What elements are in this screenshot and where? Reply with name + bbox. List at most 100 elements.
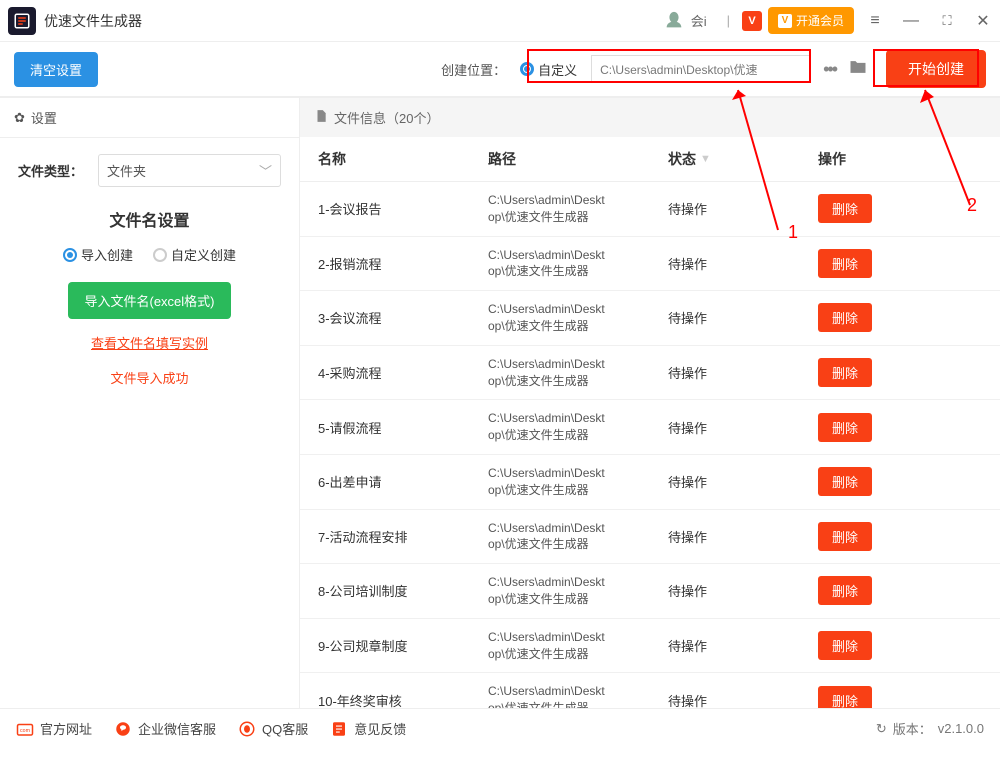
qq-support-link[interactable]: QQ客服 bbox=[238, 719, 308, 738]
file-type-label: 文件类型： bbox=[18, 161, 88, 180]
path-input[interactable] bbox=[591, 55, 811, 83]
cell-path: C:\Users\admin\Desktop\优速文件生成器 bbox=[488, 574, 668, 608]
table-row: 10-年终奖审核C:\Users\admin\Desktop\优速文件生成器待操… bbox=[300, 673, 1000, 708]
user-area[interactable]: 会i bbox=[663, 10, 707, 32]
table-row: 9-公司规章制度C:\Users\admin\Desktop\优速文件生成器待操… bbox=[300, 619, 1000, 674]
feedback-icon bbox=[330, 720, 348, 738]
cell-status: 待操作 bbox=[668, 254, 818, 273]
delete-button[interactable]: 删除 bbox=[818, 249, 872, 278]
cell-op: 删除 bbox=[818, 303, 982, 332]
cell-name: 7-活动流程安排 bbox=[318, 527, 488, 546]
example-link[interactable]: 查看文件名填写实例 bbox=[0, 333, 299, 352]
official-site-link[interactable]: com 官方网址 bbox=[16, 719, 92, 738]
vip-badge-icon: V bbox=[778, 14, 792, 28]
table-row: 1-会议报告C:\Users\admin\Desktop\优速文件生成器待操作删… bbox=[300, 182, 1000, 237]
custom-location-radio[interactable]: 自定义 bbox=[514, 56, 583, 83]
toolbar: 清空设置 创建位置： 自定义 ••• 开始创建 bbox=[0, 42, 1000, 98]
table-row: 7-活动流程安排C:\Users\admin\Desktop\优速文件生成器待操… bbox=[300, 510, 1000, 565]
delete-button[interactable]: 删除 bbox=[818, 303, 872, 332]
cell-status: 待操作 bbox=[668, 308, 818, 327]
table-body[interactable]: 1-会议报告C:\Users\admin\Desktop\优速文件生成器待操作删… bbox=[300, 182, 1000, 708]
more-dots-icon[interactable]: ••• bbox=[819, 59, 840, 80]
wechat-support-link[interactable]: 企业微信客服 bbox=[114, 719, 216, 738]
delete-button[interactable]: 删除 bbox=[818, 631, 872, 660]
create-location-group: 创建位置： 自定义 ••• bbox=[441, 55, 868, 83]
cell-path: C:\Users\admin\Desktop\优速文件生成器 bbox=[488, 410, 668, 444]
custom-location-label: 自定义 bbox=[538, 60, 577, 79]
main: ✿ 设置 文件类型： 文件夹 ﹀ 文件名设置 导入创建 自定义创建 导入文件名(… bbox=[0, 98, 1000, 708]
version-info: ↻ 版本： v2.1.0.0 bbox=[876, 719, 984, 738]
cell-name: 8-公司培训制度 bbox=[318, 581, 488, 600]
cell-status: 待操作 bbox=[668, 581, 818, 600]
user-avatar-icon bbox=[663, 10, 685, 32]
file-info-header: 文件信息（20个） bbox=[300, 98, 1000, 137]
cell-name: 3-会议流程 bbox=[318, 308, 488, 327]
table-row: 3-会议流程C:\Users\admin\Desktop\优速文件生成器待操作删… bbox=[300, 291, 1000, 346]
vip-button-label: 开通会员 bbox=[796, 12, 844, 29]
cell-path: C:\Users\admin\Desktop\优速文件生成器 bbox=[488, 301, 668, 335]
clear-settings-button[interactable]: 清空设置 bbox=[14, 52, 98, 87]
radio-on-icon bbox=[63, 248, 77, 262]
minimize-icon[interactable]: — bbox=[902, 12, 920, 30]
folder-browse-icon[interactable] bbox=[848, 57, 868, 82]
cell-op: 删除 bbox=[818, 467, 982, 496]
wechat-support-label: 企业微信客服 bbox=[138, 719, 216, 738]
delete-button[interactable]: 删除 bbox=[818, 467, 872, 496]
content-panel: 文件信息（20个） 名称 路径 状态 ▼ 操作 1-会议报告C:\Users\a… bbox=[300, 98, 1000, 708]
custom-create-radio[interactable]: 自定义创建 bbox=[153, 245, 236, 264]
menu-icon[interactable]: ≡ bbox=[866, 12, 884, 30]
cell-op: 删除 bbox=[818, 413, 982, 442]
file-table: 名称 路径 状态 ▼ 操作 1-会议报告C:\Users\admin\Deskt… bbox=[300, 137, 1000, 708]
table-row: 6-出差申请C:\Users\admin\Desktop\优速文件生成器待操作删… bbox=[300, 455, 1000, 510]
delete-button[interactable]: 删除 bbox=[818, 413, 872, 442]
divider: | bbox=[727, 13, 730, 28]
custom-create-label: 自定义创建 bbox=[171, 245, 236, 264]
col-op-header: 操作 bbox=[818, 149, 982, 169]
cell-op: 删除 bbox=[818, 576, 982, 605]
delete-button[interactable]: 删除 bbox=[818, 358, 872, 387]
app-icon bbox=[8, 7, 36, 35]
import-filename-button[interactable]: 导入文件名(excel格式) bbox=[68, 282, 230, 319]
qq-icon bbox=[238, 720, 256, 738]
app-title: 优速文件生成器 bbox=[44, 11, 142, 31]
cell-path: C:\Users\admin\Desktop\优速文件生成器 bbox=[488, 465, 668, 499]
import-create-radio[interactable]: 导入创建 bbox=[63, 245, 133, 264]
fullscreen-icon[interactable]: ⛶ bbox=[938, 13, 956, 29]
create-mode-radios: 导入创建 自定义创建 bbox=[0, 241, 299, 268]
filter-icon: ▼ bbox=[700, 153, 711, 165]
cell-status: 待操作 bbox=[668, 199, 818, 218]
cell-op: 删除 bbox=[818, 522, 982, 551]
start-create-button[interactable]: 开始创建 bbox=[886, 50, 986, 88]
table-header: 名称 路径 状态 ▼ 操作 bbox=[300, 137, 1000, 182]
delete-button[interactable]: 删除 bbox=[818, 194, 872, 223]
chevron-down-icon: ﹀ bbox=[259, 161, 272, 180]
close-icon[interactable]: ✕ bbox=[974, 11, 992, 31]
cell-status: 待操作 bbox=[668, 636, 818, 655]
radio-on-icon bbox=[520, 62, 534, 76]
settings-header-label: 设置 bbox=[31, 108, 57, 127]
import-create-label: 导入创建 bbox=[81, 245, 133, 264]
version-label: 版本： bbox=[893, 719, 932, 738]
version-value: v2.1.0.0 bbox=[938, 721, 984, 736]
cell-name: 2-报销流程 bbox=[318, 254, 488, 273]
feedback-link[interactable]: 意见反馈 bbox=[330, 719, 406, 738]
cell-status: 待操作 bbox=[668, 472, 818, 491]
file-type-select[interactable]: 文件夹 ﹀ bbox=[98, 154, 281, 187]
delete-button[interactable]: 删除 bbox=[818, 686, 872, 708]
refresh-icon[interactable]: ↻ bbox=[876, 721, 887, 737]
gear-icon: ✿ bbox=[14, 110, 25, 126]
cell-path: C:\Users\admin\Desktop\优速文件生成器 bbox=[488, 192, 668, 226]
globe-icon: com bbox=[16, 720, 34, 738]
vip-button[interactable]: V 开通会员 bbox=[768, 7, 854, 34]
cell-status: 待操作 bbox=[668, 418, 818, 437]
radio-off-icon bbox=[153, 248, 167, 262]
cell-path: C:\Users\admin\Desktop\优速文件生成器 bbox=[488, 356, 668, 390]
delete-button[interactable]: 删除 bbox=[818, 576, 872, 605]
delete-button[interactable]: 删除 bbox=[818, 522, 872, 551]
cell-op: 删除 bbox=[818, 686, 982, 708]
cell-name: 4-采购流程 bbox=[318, 363, 488, 382]
svg-text:com: com bbox=[20, 728, 31, 734]
cell-status: 待操作 bbox=[668, 527, 818, 546]
col-status-header[interactable]: 状态 ▼ bbox=[668, 149, 818, 169]
location-label: 创建位置： bbox=[441, 60, 506, 79]
